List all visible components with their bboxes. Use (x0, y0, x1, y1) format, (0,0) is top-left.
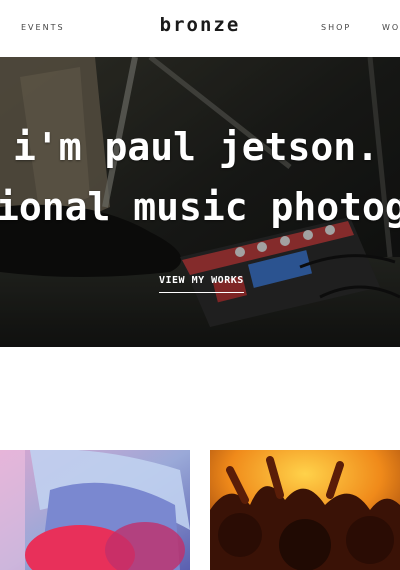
hero-headline-line-2: ional music photog (0, 185, 400, 229)
nav-link-shop[interactable]: SHOP (321, 23, 351, 32)
portrait-photo (0, 450, 190, 570)
gallery-item-portrait[interactable] (0, 450, 190, 570)
hero-section: i'm paul jetson. ional music photog VIEW… (0, 57, 400, 347)
top-navigation: EVENTS bronze SHOP WO (0, 0, 400, 57)
concert-crowd-photo (210, 450, 400, 570)
gallery-item-concert[interactable] (210, 450, 400, 570)
view-my-works-link[interactable]: VIEW MY WORKS (159, 275, 244, 293)
hero-headline-line-1: i'm paul jetson. (13, 125, 380, 169)
nav-link-works[interactable]: WO (382, 23, 400, 32)
